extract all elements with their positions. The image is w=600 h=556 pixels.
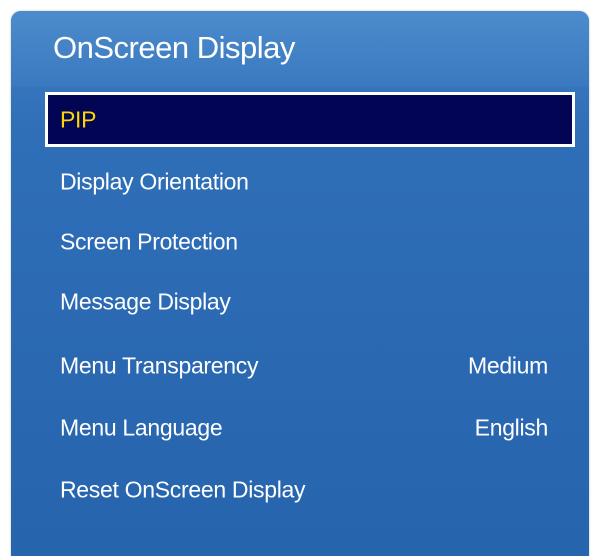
menu-item-value: English — [474, 414, 549, 440]
menu-item-menu-transparency[interactable]: Menu Transparency Medium — [45, 338, 575, 393]
menu-item-reset-onscreen-display[interactable]: Reset OnScreen Display — [45, 462, 575, 517]
menu-list: PIP Display Orientation Screen Protectio… — [11, 11, 589, 556]
onscreen-display-menu: OnScreen Display PIP Display Orientation… — [11, 11, 589, 556]
menu-item-label: PIP — [60, 106, 97, 132]
menu-item-pip[interactable]: PIP — [45, 92, 575, 147]
menu-item-message-display[interactable]: Message Display — [45, 274, 575, 329]
menu-item-label: Reset OnScreen Display — [60, 476, 306, 502]
menu-item-label: Menu Language — [60, 414, 223, 440]
menu-item-display-orientation[interactable]: Display Orientation — [45, 154, 575, 209]
menu-item-menu-language[interactable]: Menu Language English — [45, 400, 575, 455]
menu-item-value: Medium — [467, 352, 548, 378]
menu-item-label: Screen Protection — [60, 228, 238, 254]
menu-item-label: Menu Transparency — [60, 352, 259, 378]
menu-item-label: Message Display — [60, 288, 231, 314]
menu-item-screen-protection[interactable]: Screen Protection — [45, 214, 575, 269]
menu-item-label: Display Orientation — [60, 168, 249, 194]
